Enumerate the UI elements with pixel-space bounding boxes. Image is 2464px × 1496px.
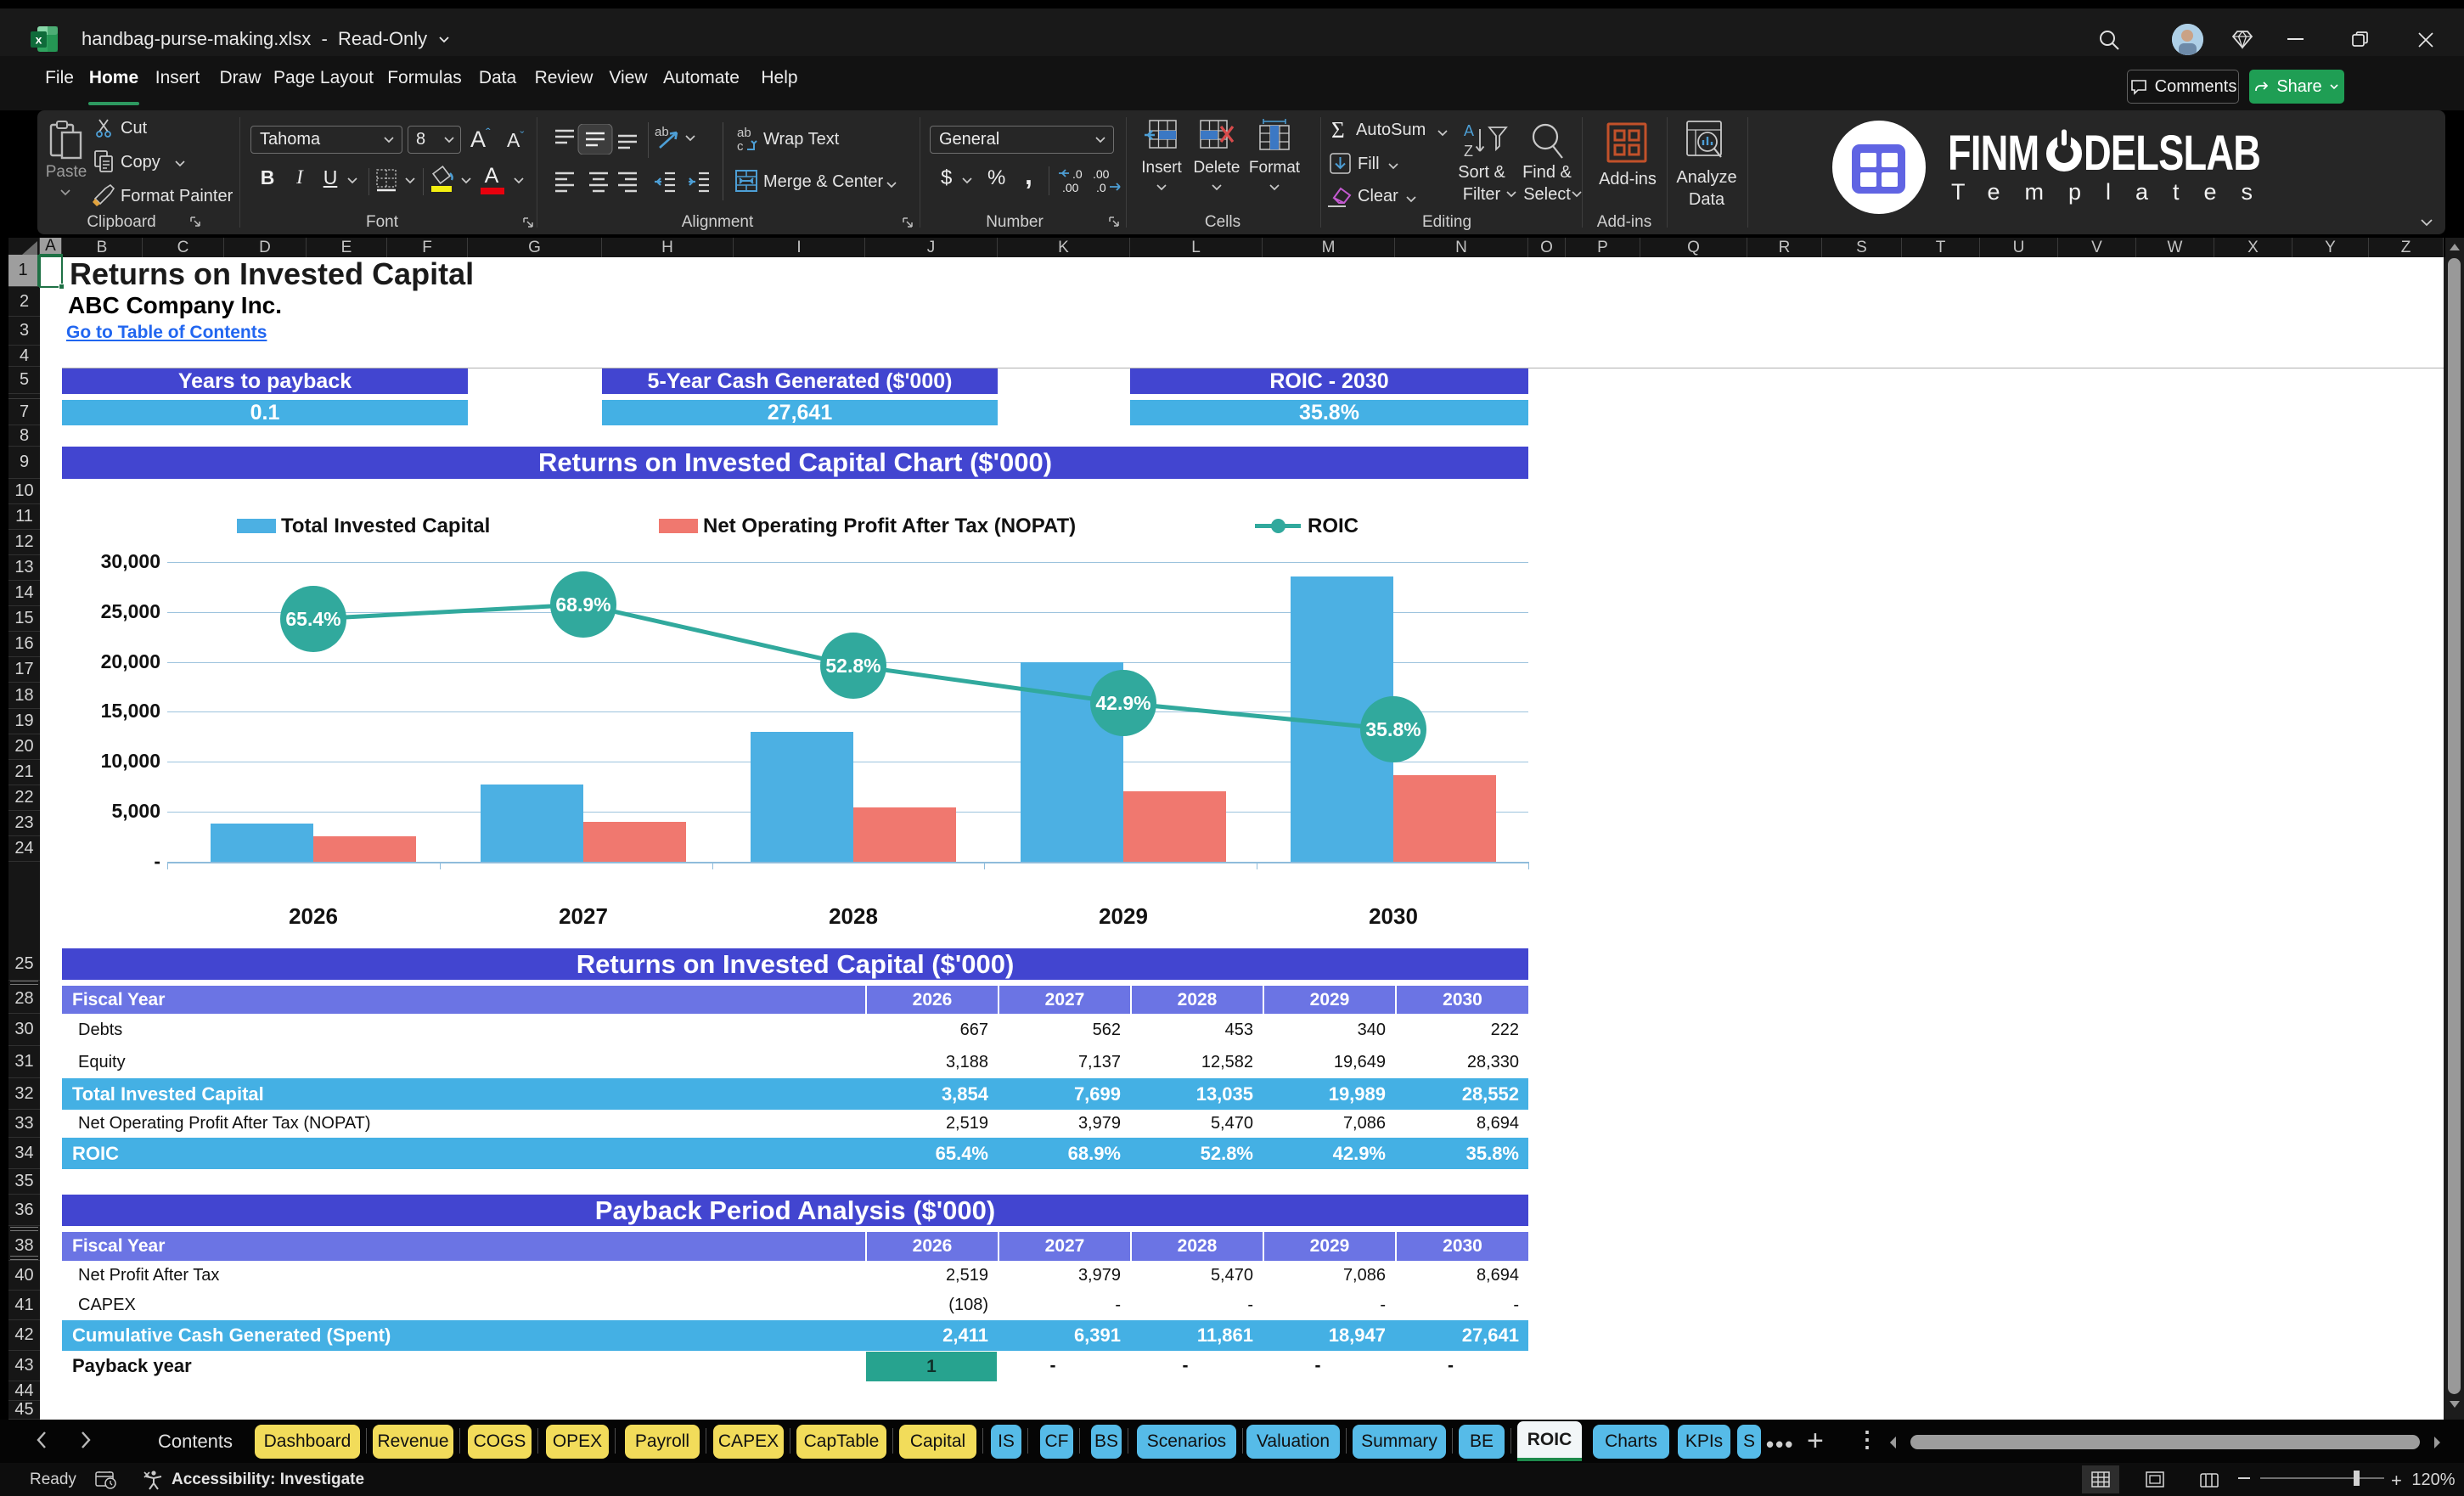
svg-text:68.9%: 68.9%: [555, 593, 610, 616]
svg-text:65.4%: 65.4%: [285, 608, 340, 630]
svg-text:42.9%: 42.9%: [1095, 692, 1150, 714]
svg-text:FINM: FINM: [1948, 129, 2039, 177]
svg-text:52.8%: 52.8%: [825, 655, 880, 677]
svg-text:35.8%: 35.8%: [1365, 718, 1420, 740]
svg-text:DELSLAB: DELSLAB: [2084, 129, 2260, 177]
